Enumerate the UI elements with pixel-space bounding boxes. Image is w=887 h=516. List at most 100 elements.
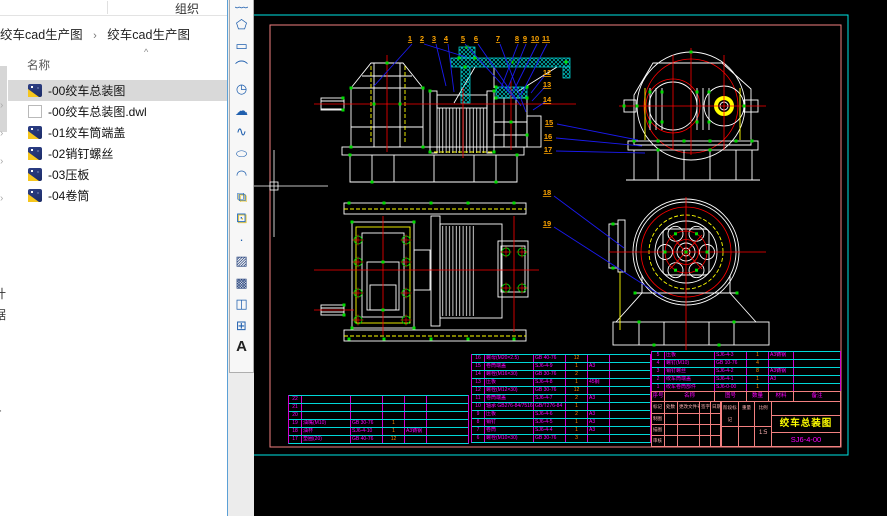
table-cell-qty: 3 [566,435,588,442]
file-row[interactable]: -03压板 [8,164,227,185]
breadcrumb-parent[interactable]: 绞车cad生产图 [0,24,83,43]
table-cell-mat [405,436,427,443]
table-cell-dwg: GB 30-76 [351,420,383,427]
sort-caret-icon[interactable]: ^ [144,47,148,57]
tool-rectangle[interactable]: ▭ [230,35,253,57]
file-row[interactable]: -04卷筒 [8,185,227,206]
tree-expander-icon[interactable]: › [0,100,3,111]
table-row: 18 油杯 SJ6-4-10 1 A3铸钢 [289,427,468,435]
cad-canvas[interactable]: 1 2 3 4 5 6 7 8 9 10 11 12 13 14 15 16 1… [254,0,887,516]
drawing-number: SJ6-4-00 [790,435,822,444]
toolbar-separator [107,1,108,14]
bom-header-no: 序号 [652,392,665,401]
tree-item-fragment[interactable]: T [0,408,1,422]
table-cell-e: 日期 [711,402,721,413]
table-cell-no: 8 [472,419,485,426]
tool-gradient[interactable]: ▩ [230,272,253,294]
table-cell-qty: 2 [566,371,588,378]
tool-ellipse[interactable]: ⬭ [230,143,253,165]
table-cell-rem [610,395,650,402]
table-row: 17 垫圈(20) GB 40-76 12 [289,435,468,443]
drum-cable-section [438,108,487,153]
tool-polygon[interactable]: ⬠ [230,14,253,36]
tool-point[interactable]: · [230,229,253,251]
tree-scrollbar[interactable] [0,66,7,132]
table-cell-d [700,414,711,424]
file-row-selected[interactable]: -00绞车总装图 [8,80,227,101]
table-cell-qty [383,412,405,419]
table-cell-mat: A3 [588,419,610,426]
table-cell-no: 19 [289,420,302,427]
table-cell-mat: A3 [769,376,794,383]
table-cell-mat [588,387,610,394]
tree-item-fragment[interactable]: 据 [0,306,6,323]
leader-lines [373,43,664,298]
table-cell-dwg: SJ6-4-10 [351,428,383,435]
table-cell-name: 销钉螺丝 [665,368,715,375]
signature-grid: 标记 处数 更改文件号 签字 日期 制图 描图 审核 [652,402,722,446]
balloon: 9 [523,34,527,43]
tool-circle[interactable]: ◷ [230,78,253,100]
tool-ellipse-arc[interactable]: ◠ [230,164,253,186]
table-cell-qty: 1 [566,379,588,386]
organize-button[interactable]: 组织 [175,0,199,17]
tool-revision-cloud[interactable]: ☁ [230,100,253,122]
tool-table[interactable]: ⊞ [230,315,253,337]
balloon: 2 [420,34,424,43]
table-cell-dwg: GB 30-76 [534,435,566,442]
table-row: 1 绞车卷筒部件 SJ6-0-00 1 [652,383,840,391]
table-cell-name: 卷筒端盖 [485,395,534,402]
table-row: 21 [289,403,468,411]
tool-insert-block[interactable]: ⧉ [230,186,253,208]
table-cell-rem [794,360,840,367]
table-cell-qty: 2 [566,395,588,402]
bom-table-right: 16 螺母(M20×2.5) GB 40-76 12 15 卷筒端盖 SJ6-4-9 1 A3 1… [471,354,651,443]
scale-label: 比例 [758,405,768,410]
file-row[interactable]: -02销钉螺丝 [8,143,227,164]
tree-item-fragment[interactable]: 计 [0,285,6,302]
file-row[interactable]: -00绞车总装图.dwl [8,101,227,122]
breadcrumb-current[interactable]: 绞车cad生产图 [107,24,190,43]
view-end-bottom [608,197,770,350]
revision-cloud-icon: ☁ [235,102,248,118]
tool-hatch[interactable]: ▨ [230,250,253,272]
table-cell-dwg [351,396,383,403]
file-row[interactable]: -01绞车筒端盖 [8,122,227,143]
tool-make-block[interactable]: ⊡ [230,207,253,229]
tree-expander-icon[interactable]: › [0,128,3,139]
bom-header-rem: 备注 [811,393,823,399]
tool-arc[interactable]: ⌒ [230,57,253,79]
table-cell-name [302,412,351,419]
tool-region[interactable]: ◫ [230,293,253,315]
tool-spline[interactable]: ∿ [230,121,253,143]
file-label: -02销钉螺丝 [48,147,114,161]
tree-expander-icon[interactable]: › [0,156,3,167]
tree-expander-icon[interactable]: › [0,193,3,204]
dwg-file-icon [28,168,42,181]
table-cell-b [665,414,678,424]
table-cell-rem [610,419,650,426]
insert-block-icon: ⧉ [236,188,247,204]
balloon: 3 [432,34,436,43]
crosshair-cursor [254,150,328,237]
table-cell-mat: A3 [588,363,610,370]
view-front [314,45,576,184]
table-cell-name: 压板 [485,411,534,418]
table-cell-name: 销钉 [485,419,534,426]
table-cell-rem [610,355,650,362]
draw-toolbar: ﹏ ⬠ ▭ ⌒ ◷ ☁ ∿ ⬭ ◠ ⧉ ⊡ · ▨ ▩ ◫ ⊞ A [229,0,254,373]
weight-value [739,427,756,446]
table-cell-rem [427,412,468,419]
tool-multiline-text[interactable]: A [230,336,253,358]
scale-value: 1:5 [759,430,768,436]
table-cell-rem [610,371,650,378]
dwg-file-icon [28,126,42,139]
bom-header-mat: 材料 [769,392,794,401]
column-header-name[interactable]: 名称 [27,57,50,73]
table-row: 4 螺钉(M10) GB 10-76 4 [652,359,840,367]
tool-polyline[interactable]: ﹏ [230,0,253,14]
table-cell-rem [610,363,650,370]
table-cell-b [665,436,678,446]
bom-table-left: 22 21 20 19 油嘴(M10) GB 30-76 1 18 油杯 SJ6-4-10 1 A3铸… [288,395,469,444]
table-row: 20 [289,411,468,419]
